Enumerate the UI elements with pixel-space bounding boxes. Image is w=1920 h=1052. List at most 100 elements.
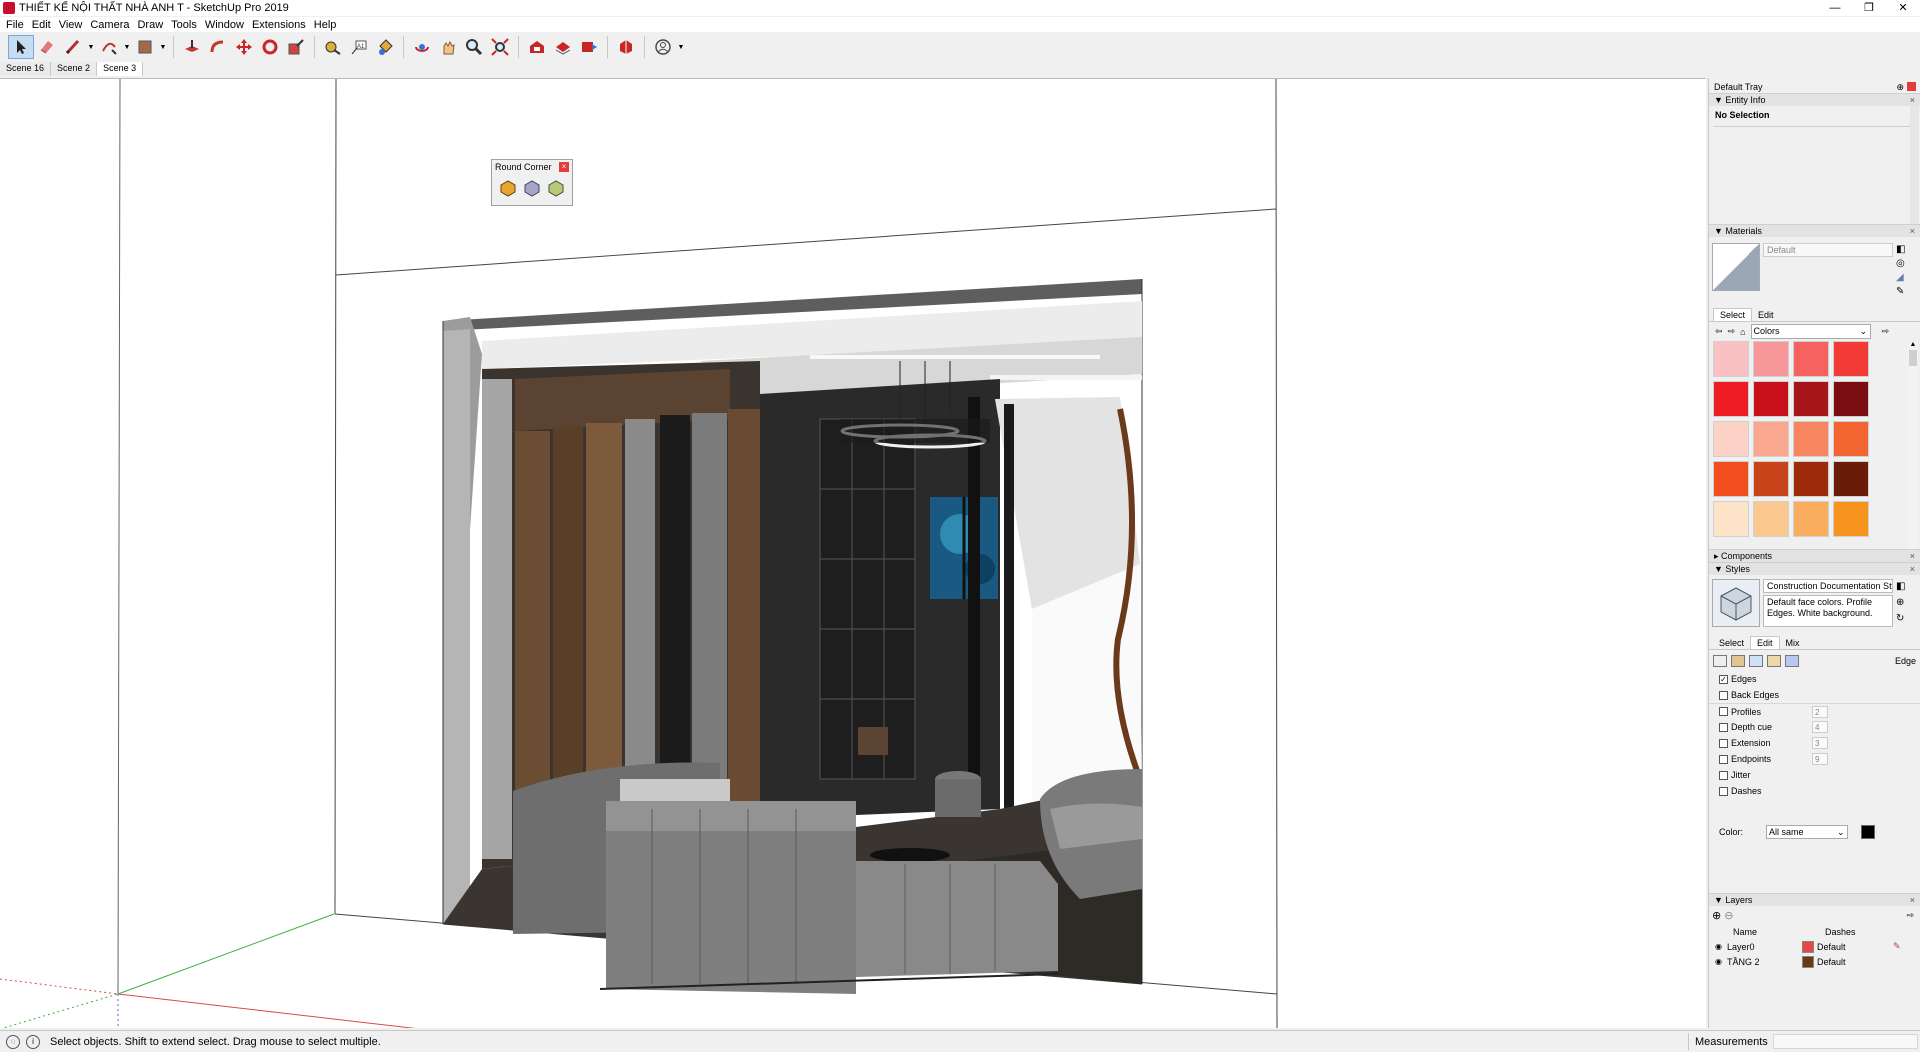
styles-close-icon[interactable]: × [1910,564,1915,574]
visibility-eye-icon[interactable]: ◉ [1715,957,1722,966]
pan-tool-icon[interactable] [435,35,461,59]
layer-dashes[interactable]: Default [1817,942,1846,952]
materials-header[interactable]: ▼ Materials × [1709,224,1920,237]
move-tool-icon[interactable] [231,35,257,59]
forward-arrow-icon[interactable]: ⇨ [1728,326,1736,337]
swatch-scrollbar[interactable]: ▲ [1908,341,1918,549]
edge-option-checkbox[interactable] [1719,754,1728,764]
edge-option-value[interactable]: 9 [1812,753,1828,765]
material-preview-icon[interactable]: ◢ [1896,271,1905,285]
edge-option-value[interactable]: 4 [1812,721,1828,733]
materials-close-icon[interactable]: × [1910,226,1915,236]
tab-scene-16[interactable]: Scene 16 [0,62,52,76]
material-swatch[interactable] [1833,501,1869,537]
pin-icon[interactable]: ⊕ [1896,82,1904,93]
edge-option-checkbox[interactable]: ✓ [1719,674,1728,684]
material-swatch[interactable] [1713,381,1749,417]
tab-scene-3[interactable]: Scene 3 [97,62,144,76]
restore-button[interactable]: ❐ [1852,0,1886,16]
menu-help[interactable]: Help [312,19,343,31]
geo-location-icon[interactable]: ◌ [6,1034,20,1049]
menu-tools[interactable]: Tools [169,19,203,31]
material-swatch[interactable] [1753,501,1789,537]
face-settings-icon[interactable] [1731,654,1745,667]
round-corner-tool-icon[interactable] [498,178,518,198]
watermark-settings-icon[interactable] [1767,654,1781,667]
line-tool-dropdown-icon[interactable]: ▼ [86,35,96,59]
edge-option-checkbox[interactable] [1719,770,1728,780]
style-description-field[interactable]: Default face colors. Profile Edges. Whit… [1763,595,1893,627]
edge-option-checkbox[interactable] [1719,738,1728,748]
menu-draw[interactable]: Draw [135,19,169,31]
tray-close-icon[interactable] [1907,81,1916,91]
menu-file[interactable]: File [4,19,30,31]
back-arrow-icon[interactable]: ⇦ [1715,326,1723,337]
material-swatch[interactable] [1793,421,1829,457]
material-swatch[interactable] [1793,381,1829,417]
update-style-icon[interactable]: ◧ [1896,579,1905,595]
line-tool-icon[interactable] [60,35,86,59]
edge-option-checkbox[interactable] [1719,786,1728,796]
styles-tab-edit[interactable]: Edit [1750,636,1780,649]
edge-option-value[interactable]: 2 [1812,705,1828,718]
follow-me-tool-icon[interactable] [205,35,231,59]
round-corner-close-icon[interactable]: × [559,162,569,172]
measurements-input[interactable] [1773,1034,1918,1049]
entity-info-close-icon[interactable]: × [1910,95,1915,105]
styles-tab-mix[interactable]: Mix [1780,637,1806,649]
layer-row[interactable]: ◉ TẦNG 2 Default [1709,954,1920,969]
edge-settings-icon[interactable] [1713,654,1727,667]
material-name-field[interactable]: Default [1763,243,1893,257]
zoom-extents-tool-icon[interactable] [487,35,513,59]
edge-option-checkbox[interactable] [1719,722,1728,732]
edge-color-swatch[interactable] [1861,825,1875,839]
edge-option-value[interactable]: 3 [1812,737,1828,749]
material-swatch[interactable] [1713,461,1749,497]
materials-tab-select[interactable]: Select [1713,308,1753,321]
extension-warehouse-icon[interactable] [613,35,639,59]
delete-layer-icon[interactable]: ⊖ [1724,909,1733,922]
account-icon[interactable] [650,35,676,59]
text-tool-icon[interactable]: A1 [346,35,372,59]
material-swatch[interactable] [1753,341,1789,377]
select-tool-icon[interactable] [8,35,34,59]
arc-tool-dropdown-icon[interactable]: ▼ [122,35,132,59]
share-component-icon[interactable] [576,35,602,59]
material-swatch[interactable] [1753,461,1789,497]
material-swatch[interactable] [1713,421,1749,457]
rectangle-tool-icon[interactable] [132,35,158,59]
styles-header[interactable]: ▼ Styles × [1709,562,1920,575]
styles-tab-select[interactable]: Select [1713,637,1750,649]
background-settings-icon[interactable] [1749,654,1763,667]
add-layer-icon[interactable]: ⊕ [1712,909,1721,922]
layer-name[interactable]: TẦNG 2 [1727,957,1760,967]
material-swatch[interactable] [1793,501,1829,537]
visibility-eye-icon[interactable]: ◉ [1715,942,1722,951]
round-corner-header[interactable]: Round Corner × [492,160,572,174]
layers-header[interactable]: ▼ Layers × [1709,893,1920,906]
sharp-corner-tool-icon[interactable] [522,178,542,198]
push-pull-tool-icon[interactable] [179,35,205,59]
shape-tool-dropdown-icon[interactable]: ▼ [158,35,168,59]
material-swatch[interactable] [1833,461,1869,497]
material-swatch[interactable] [1793,461,1829,497]
display-secondary-icon[interactable]: ◧ [1896,243,1905,257]
account-dropdown-icon[interactable]: ▼ [676,35,686,59]
menu-edit[interactable]: Edit [30,19,57,31]
arc-tool-icon[interactable] [96,35,122,59]
eraser-tool-icon[interactable] [34,35,60,59]
create-material-icon[interactable]: ◎ [1896,257,1905,271]
share-model-icon[interactable] [550,35,576,59]
material-swatch[interactable] [1753,381,1789,417]
edge-option-checkbox[interactable] [1719,707,1728,716]
modeling-settings-icon[interactable] [1785,654,1799,667]
details-arrow-icon[interactable]: ⇨ [1882,326,1890,337]
entity-info-scrollbar[interactable] [1910,106,1919,224]
layer-dashes[interactable]: Default [1817,957,1846,967]
material-swatch[interactable] [1753,421,1789,457]
materials-tab-edit[interactable]: Edit [1752,309,1780,321]
paint-bucket-tool-icon[interactable] [372,35,398,59]
warehouse-icon[interactable] [524,35,550,59]
menu-extensions[interactable]: Extensions [250,19,312,31]
layer-details-icon[interactable]: ⇨ [1906,910,1914,921]
